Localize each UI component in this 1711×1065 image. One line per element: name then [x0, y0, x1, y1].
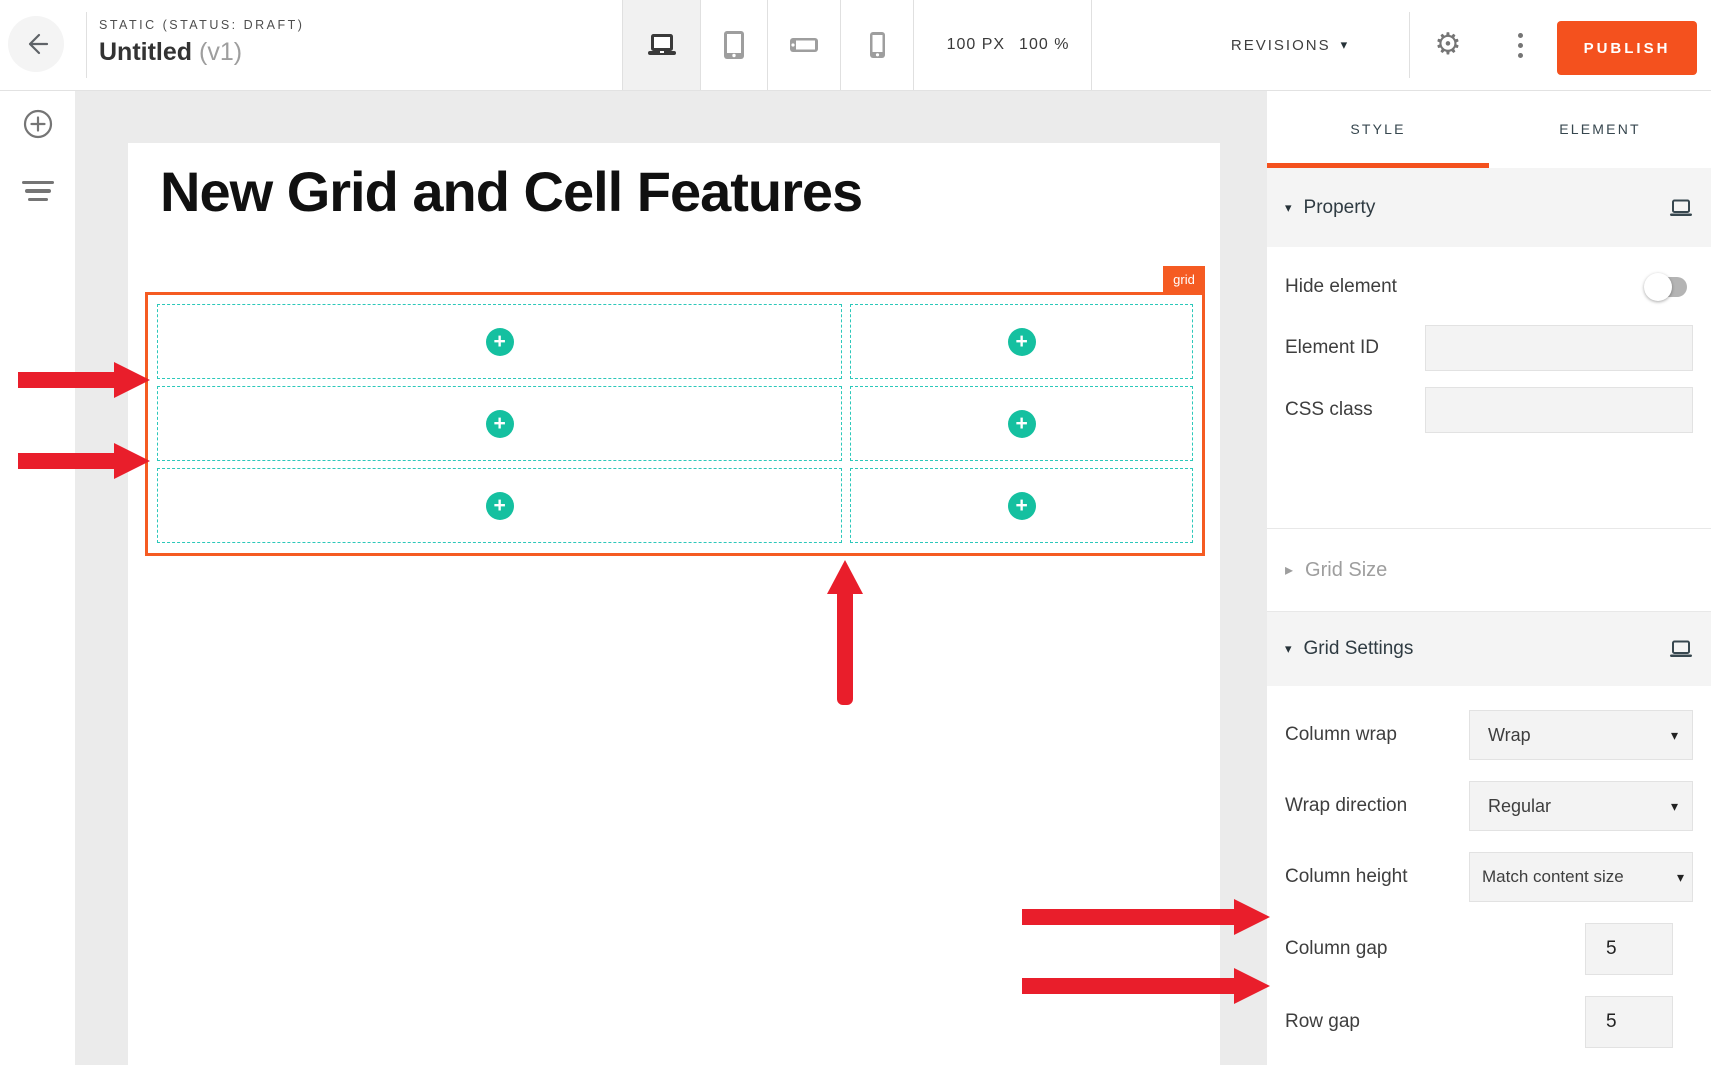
css-class-label: CSS class	[1285, 399, 1373, 421]
column-wrap-select[interactable]: Wrap ▾	[1469, 710, 1693, 760]
annotation-arrow-row-gap-2	[18, 443, 150, 479]
add-content-button[interactable]: +	[486, 328, 514, 356]
layers-filter-button[interactable]	[21, 174, 55, 208]
device-mobile-landscape-button[interactable]	[768, 0, 840, 90]
device-mobile-portrait-button[interactable]	[841, 0, 913, 90]
add-content-button[interactable]: +	[1008, 328, 1036, 356]
annotation-arrow-row-gap-setting	[1022, 968, 1270, 1004]
device-desktop-button[interactable]	[623, 0, 700, 90]
caret-down-icon: ▾	[1671, 798, 1678, 815]
wrap-direction-label: Wrap direction	[1285, 795, 1407, 817]
tablet-icon	[723, 30, 745, 60]
page-heading: New Grid and Cell Features	[160, 159, 862, 224]
caret-down-icon: ▾	[1677, 869, 1684, 886]
circle-plus-icon	[22, 108, 54, 140]
grid-cell[interactable]: +	[157, 468, 842, 543]
device-tablet-button[interactable]	[701, 0, 767, 90]
document-title-block: STATIC (STATUS: DRAFT) Untitled (v1)	[99, 18, 304, 67]
element-id-label: Element ID	[1285, 337, 1379, 359]
row-gap-label: Row gap	[1285, 1011, 1360, 1033]
zoom-px-value: 100 PX	[947, 36, 1005, 54]
annotation-arrow-column-gap-setting	[1022, 899, 1270, 935]
laptop-icon	[1669, 199, 1693, 217]
section-title: Grid Settings	[1304, 638, 1414, 660]
column-gap-input[interactable]	[1585, 923, 1673, 975]
hide-element-toggle[interactable]	[1647, 277, 1687, 297]
back-button[interactable]	[8, 16, 64, 72]
settings-gear-button[interactable]: ⚙	[1418, 0, 1478, 90]
left-toolbar	[0, 90, 75, 1065]
grid-cell[interactable]: +	[850, 468, 1193, 543]
laptop-icon	[1669, 640, 1693, 658]
grid-cell[interactable]: +	[850, 304, 1193, 379]
mobile-portrait-icon	[869, 31, 886, 59]
grid-cell[interactable]: +	[850, 386, 1193, 461]
caret-down-icon: ▾	[1671, 727, 1678, 744]
add-element-button[interactable]	[21, 107, 55, 141]
hide-element-label: Hide element	[1285, 276, 1397, 298]
chevron-down-icon: ▾	[1341, 37, 1350, 53]
row-gap-input[interactable]	[1585, 996, 1673, 1048]
column-wrap-label: Column wrap	[1285, 724, 1397, 746]
caret-down-icon: ▾	[1285, 641, 1292, 657]
column-gap-label: Column gap	[1285, 938, 1387, 960]
top-toolbar: STATIC (STATUS: DRAFT) Untitled (v1)	[0, 0, 1711, 91]
page-title: Untitled (v1)	[99, 38, 304, 67]
add-content-button[interactable]: +	[486, 492, 514, 520]
kebab-menu-icon	[1518, 33, 1523, 58]
add-content-button[interactable]: +	[1008, 492, 1036, 520]
property-section-header[interactable]: ▾ Property	[1267, 168, 1711, 247]
caret-down-icon: ▾	[1285, 200, 1292, 216]
chevron-right-icon: ▸	[1285, 560, 1293, 580]
column-height-select[interactable]: Match content size ▾	[1469, 852, 1693, 902]
zoom-percent-value: 100 %	[1019, 36, 1069, 54]
add-content-button[interactable]: +	[486, 410, 514, 438]
zoom-readout: 100 PX 100 %	[928, 0, 1088, 90]
filter-list-icon	[22, 181, 54, 202]
section-title: Property	[1304, 197, 1376, 219]
grid-cell[interactable]: +	[157, 304, 842, 379]
divider	[86, 12, 87, 78]
panel-tabs: STYLE ELEMENT	[1267, 90, 1711, 168]
grid-cell[interactable]: +	[157, 386, 842, 461]
publish-button[interactable]: PUBLISH	[1557, 21, 1697, 75]
grid-size-section-header[interactable]: ▸ Grid Size	[1267, 528, 1711, 611]
revisions-dropdown[interactable]: REVISIONS ▾	[1205, 0, 1375, 90]
divider	[913, 0, 914, 90]
property-body: Hide element Element ID CSS class	[1267, 247, 1711, 528]
status-label: STATIC (STATUS: DRAFT)	[99, 18, 304, 32]
grid-settings-section-header[interactable]: ▾ Grid Settings	[1267, 611, 1711, 686]
more-options-button[interactable]	[1490, 0, 1550, 90]
divider	[1409, 12, 1410, 78]
add-content-button[interactable]: +	[1008, 410, 1036, 438]
grid-element[interactable]: + + + + + +	[145, 292, 1205, 556]
annotation-arrow-row-gap-1	[18, 362, 150, 398]
grid-element-badge: grid	[1163, 266, 1205, 292]
mobile-landscape-icon	[789, 37, 819, 53]
annotation-arrow-column-gap	[827, 543, 863, 705]
element-id-input[interactable]	[1425, 325, 1693, 371]
layout-editor: STATIC (STATUS: DRAFT) Untitled (v1)	[0, 0, 1711, 1065]
style-panel: STYLE ELEMENT ▾ Property Hide element	[1267, 90, 1711, 1065]
column-height-label: Column height	[1285, 866, 1408, 888]
arrow-left-icon	[23, 31, 49, 57]
grid-settings-body: Column wrap Wrap ▾ Wrap direction Regula…	[1267, 686, 1711, 1048]
divider	[1091, 0, 1092, 90]
version-label: (v1)	[199, 38, 242, 66]
wrap-direction-select[interactable]: Regular ▾	[1469, 781, 1693, 831]
tab-element[interactable]: ELEMENT	[1489, 90, 1711, 168]
laptop-icon	[645, 31, 679, 59]
css-class-input[interactable]	[1425, 387, 1693, 433]
tab-style[interactable]: STYLE	[1267, 90, 1489, 168]
section-title: Grid Size	[1305, 559, 1387, 582]
gear-icon: ⚙	[1435, 30, 1462, 60]
